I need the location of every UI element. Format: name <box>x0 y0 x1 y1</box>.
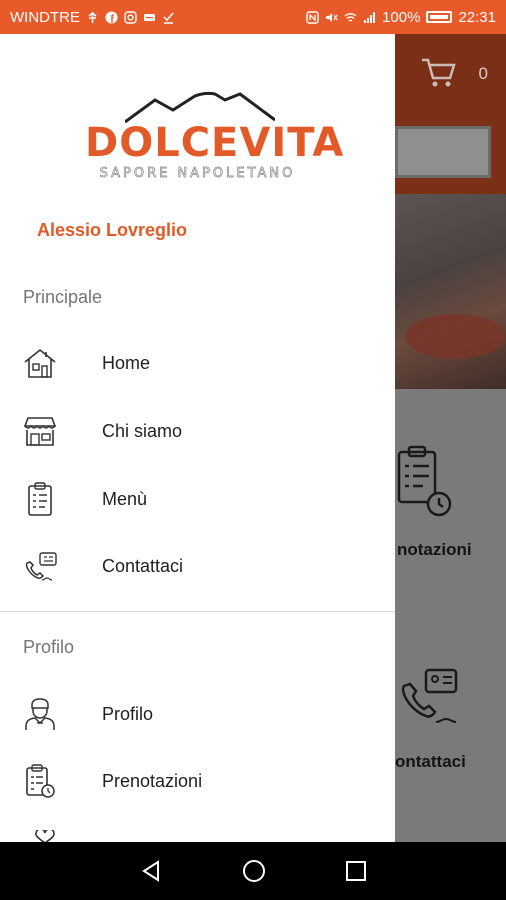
drawer-item-label: Home <box>102 352 151 373</box>
drawer-item-home[interactable]: Home <box>0 333 395 393</box>
tile-contact-label[interactable]: ontattaci <box>395 752 466 772</box>
clipboard-clock-icon[interactable] <box>395 444 455 519</box>
drawer-item-label: Chi siamo <box>102 420 183 441</box>
drawer-item-label: Contattaci <box>102 555 184 576</box>
back-icon[interactable] <box>139 859 163 883</box>
chef-avatar-icon <box>22 696 58 732</box>
nfc-icon <box>306 10 319 24</box>
user-name: Alessio Lovreglio <box>37 220 188 240</box>
cart-icon[interactable] <box>420 56 456 90</box>
phone-contact-icon <box>22 548 58 584</box>
drawer-item-menu[interactable]: Menù <box>0 469 395 529</box>
carrier-name: WINDTRE <box>10 8 80 26</box>
house-icon <box>22 345 58 381</box>
clipboard-list-icon <box>22 481 58 517</box>
search-field[interactable] <box>395 126 491 178</box>
drawer-item-about[interactable]: Chi siamo <box>0 401 395 461</box>
pizza-photo <box>395 194 506 389</box>
battery-icon <box>426 11 453 23</box>
drawer-item-label: Profilo <box>102 703 154 724</box>
recents-icon[interactable] <box>345 860 367 882</box>
home-icon[interactable] <box>241 858 267 884</box>
cart-count: 0 <box>478 64 488 83</box>
section-header-profile: Profilo <box>23 637 75 657</box>
heart-icon[interactable] <box>34 830 56 842</box>
drawer-item-contact[interactable]: Contattaci <box>0 536 395 596</box>
dolcevita-logo: DOLCEVITA SAPORE NAPOLETANO <box>85 90 345 185</box>
usb-icon <box>88 11 97 23</box>
instagram-icon <box>124 10 137 24</box>
drawer-item-label: Prenotazioni <box>102 770 203 791</box>
tile-bookings-label[interactable]: notazioni <box>397 540 472 560</box>
battery-percent: 100% <box>382 8 421 26</box>
mute-icon <box>326 12 338 22</box>
system-navigation-bar <box>0 842 506 900</box>
status-bar: WINDTRE 100% 22:31 <box>0 0 506 34</box>
logo-tagline: SAPORE NAPOLETANO <box>99 166 296 182</box>
vesuvius-logo-icon <box>125 91 275 124</box>
phone-contact-icon[interactable] <box>398 666 463 728</box>
section-header-main: Principale <box>23 287 103 307</box>
navigation-drawer: DOLCEVITA SAPORE NAPOLETANO Alessio Lovr… <box>0 34 395 842</box>
wifi-icon <box>344 12 357 22</box>
clipboard-clock-icon <box>22 763 58 799</box>
clock: 22:31 <box>458 8 496 26</box>
signal-icon <box>364 11 376 23</box>
drawer-item-label: Menù <box>102 488 148 509</box>
drawer-item-bookings[interactable]: Prenotazioni <box>0 751 395 811</box>
facebook-icon <box>105 11 118 23</box>
logo-brand: DOLCEVITA <box>85 120 345 166</box>
drawer-item-profile[interactable]: Profilo <box>0 684 395 744</box>
notification-icon <box>144 13 155 21</box>
section-divider <box>0 611 395 612</box>
shop-icon <box>22 413 58 449</box>
download-done-icon <box>163 12 174 24</box>
